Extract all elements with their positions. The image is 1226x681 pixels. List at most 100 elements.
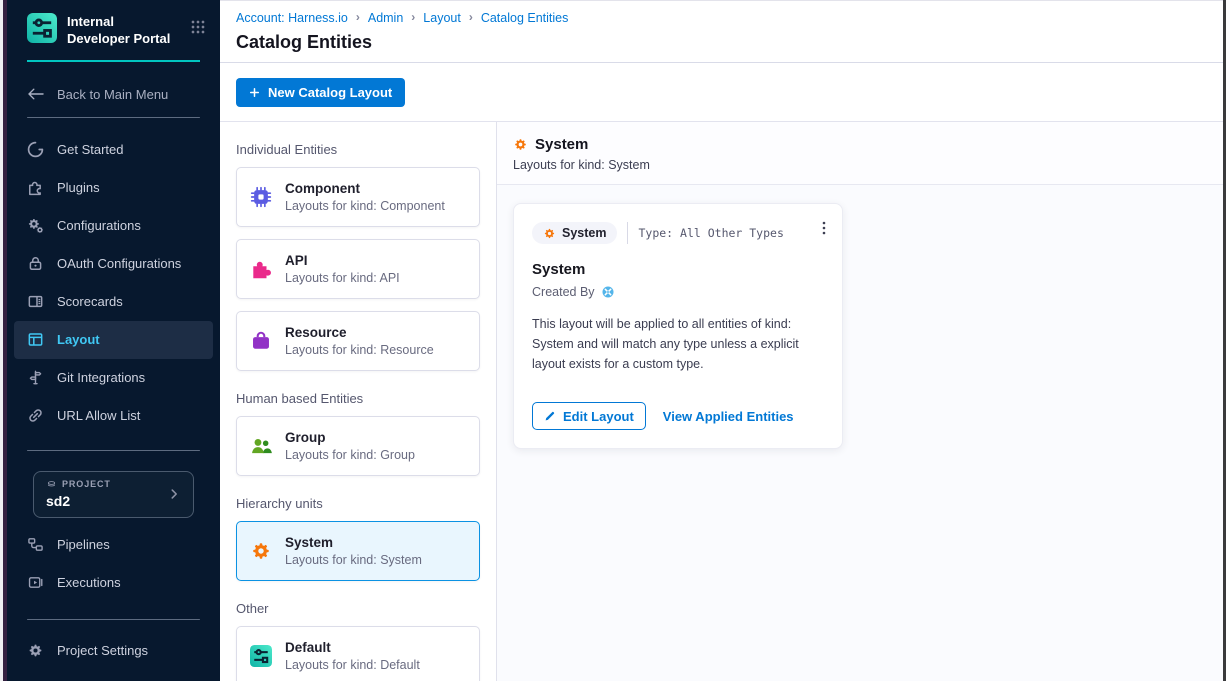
sidebar-item-label: Configurations bbox=[57, 218, 141, 233]
back-arrow-icon bbox=[27, 87, 45, 101]
entity-desc: Layouts for kind: System bbox=[285, 553, 422, 567]
entity-desc: Layouts for kind: Group bbox=[285, 448, 415, 462]
sidebar-item-label: Project Settings bbox=[57, 643, 148, 658]
sidebar-item-pipelines[interactable]: Pipelines bbox=[14, 526, 213, 564]
divider bbox=[27, 450, 200, 451]
project-label: PROJECT bbox=[62, 479, 111, 489]
executions-icon bbox=[27, 574, 44, 591]
screen-edge-accent bbox=[3, 0, 7, 681]
sidebar-item-git-integrations[interactable]: Git Integrations bbox=[14, 359, 213, 397]
page-title: Catalog Entities bbox=[236, 32, 1207, 53]
entity-card-system[interactable]: SystemLayouts for kind: System bbox=[236, 521, 480, 581]
project-name: sd2 bbox=[46, 493, 167, 509]
type-text: Type: All Other Types bbox=[638, 226, 783, 240]
briefcase-icon bbox=[250, 330, 272, 352]
harness-logo-icon bbox=[601, 285, 615, 299]
sidebar-item-configurations[interactable]: Configurations bbox=[14, 207, 213, 245]
breadcrumb-separator: › bbox=[411, 10, 415, 24]
breadcrumb-item[interactable]: Catalog Entities bbox=[481, 11, 569, 25]
sidebar-item-executions[interactable]: Executions bbox=[14, 564, 213, 602]
puzzle-icon bbox=[250, 258, 272, 280]
link-icon bbox=[27, 407, 44, 424]
system-gear-icon bbox=[543, 227, 556, 240]
entity-desc: Layouts for kind: Component bbox=[285, 199, 445, 213]
entity-section: Human based Entities Group Layouts for kin… bbox=[236, 391, 480, 476]
plus-icon bbox=[249, 87, 260, 98]
entity-card-resource[interactable]: ResourceLayouts for kind: Resource bbox=[236, 311, 480, 371]
back-to-main-menu[interactable]: Back to Main Menu bbox=[7, 87, 220, 102]
page-header: Account: Harness.io›Admin›Layout›Catalog… bbox=[220, 1, 1223, 63]
idp-logo-icon bbox=[27, 13, 57, 43]
new-catalog-layout-button[interactable]: New Catalog Layout bbox=[236, 78, 405, 107]
created-by-row: Created By bbox=[532, 285, 824, 299]
project-nav: Pipelines Executions bbox=[7, 526, 220, 602]
entity-list-panel: Individual Entities ComponentLayouts for … bbox=[220, 122, 497, 681]
plugins-icon bbox=[27, 179, 44, 196]
entity-name: Resource bbox=[285, 325, 434, 340]
chip-icon bbox=[250, 186, 272, 208]
entity-card-text: ComponentLayouts for kind: Component bbox=[285, 181, 445, 213]
entity-section: Individual Entities ComponentLayouts for … bbox=[236, 142, 480, 371]
sidebar-item-oauth-configurations[interactable]: OAuth Configurations bbox=[14, 245, 213, 283]
project-selector[interactable]: PROJECT sd2 bbox=[33, 471, 194, 518]
scorecards-icon bbox=[27, 293, 44, 310]
section-title: Human based Entities bbox=[236, 391, 480, 406]
layout-title: System bbox=[532, 261, 824, 278]
kind-badge: System bbox=[532, 222, 617, 244]
sidebar-item-scorecards[interactable]: Scorecards bbox=[14, 283, 213, 321]
edit-layout-label: Edit Layout bbox=[563, 409, 634, 424]
sidebar-item-project-settings[interactable]: Project Settings bbox=[14, 632, 213, 670]
entity-name: Group bbox=[285, 430, 415, 445]
edit-layout-button[interactable]: Edit Layout bbox=[532, 402, 646, 430]
idp-logo-icon bbox=[250, 645, 272, 667]
kind-title: System bbox=[535, 136, 588, 153]
sidebar-item-plugins[interactable]: Plugins bbox=[14, 169, 213, 207]
entity-card-group[interactable]: Group Layouts for kind: Group bbox=[236, 416, 480, 476]
kebab-menu-icon[interactable] bbox=[816, 220, 832, 236]
module-grid-icon[interactable] bbox=[190, 19, 206, 35]
breadcrumb-separator: › bbox=[356, 10, 360, 24]
sidebar-item-label: URL Allow List bbox=[57, 408, 140, 423]
sidebar-item-get-started[interactable]: Get Started bbox=[14, 131, 213, 169]
section-title: Other bbox=[236, 601, 480, 616]
divider bbox=[27, 117, 200, 118]
sidebar-item-label: Get Started bbox=[57, 142, 123, 157]
configurations-icon bbox=[27, 217, 44, 234]
breadcrumb-item[interactable]: Admin bbox=[368, 11, 403, 25]
entity-desc: Layouts for kind: Default bbox=[285, 658, 420, 672]
pencil-icon bbox=[544, 410, 556, 422]
project-layers-icon bbox=[46, 479, 57, 490]
oauth-icon bbox=[27, 255, 44, 272]
breadcrumb-item[interactable]: Layout bbox=[423, 11, 461, 25]
sidebar-item-label: OAuth Configurations bbox=[57, 256, 181, 271]
sidebar-nav: Get Started Plugins Configurations OAuth Co… bbox=[7, 131, 220, 435]
layout-icon bbox=[27, 331, 44, 348]
breadcrumb-item[interactable]: Account: Harness.io bbox=[236, 11, 348, 25]
entity-card-api[interactable]: APILayouts for kind: API bbox=[236, 239, 480, 299]
layout-description: This layout will be applied to all entit… bbox=[532, 314, 824, 374]
sidebar-header: Internal Developer Portal bbox=[7, 0, 220, 48]
system-gear-icon bbox=[513, 137, 528, 152]
get-started-icon bbox=[27, 141, 44, 158]
sidebar-item-url-allow-list[interactable]: URL Allow List bbox=[14, 397, 213, 435]
sidebar-item-label: Git Integrations bbox=[57, 370, 145, 385]
entity-desc: Layouts for kind: API bbox=[285, 271, 400, 285]
entity-section: Hierarchy unitsSystemLayouts for kind: S… bbox=[236, 496, 480, 581]
entity-card-default[interactable]: DefaultLayouts for kind: Default bbox=[236, 626, 480, 681]
sidebar-item-layout[interactable]: Layout bbox=[14, 321, 213, 359]
gear-icon bbox=[250, 540, 272, 562]
sidebar-item-label: Executions bbox=[57, 575, 121, 590]
entity-card-text: SystemLayouts for kind: System bbox=[285, 535, 422, 567]
project-label-row: PROJECT bbox=[46, 479, 167, 490]
app-title: Internal Developer Portal bbox=[67, 13, 180, 48]
entity-card-text: DefaultLayouts for kind: Default bbox=[285, 640, 420, 672]
entity-card-component[interactable]: ComponentLayouts for kind: Component bbox=[236, 167, 480, 227]
divider bbox=[27, 619, 200, 620]
section-title: Individual Entities bbox=[236, 142, 480, 157]
group-icon bbox=[250, 435, 272, 457]
kind-subtitle: Layouts for kind: System bbox=[513, 158, 1207, 172]
pipelines-icon bbox=[27, 536, 44, 553]
view-applied-entities-link[interactable]: View Applied Entities bbox=[663, 409, 794, 424]
chevron-right-icon bbox=[167, 487, 181, 501]
created-by-label: Created By bbox=[532, 285, 595, 299]
